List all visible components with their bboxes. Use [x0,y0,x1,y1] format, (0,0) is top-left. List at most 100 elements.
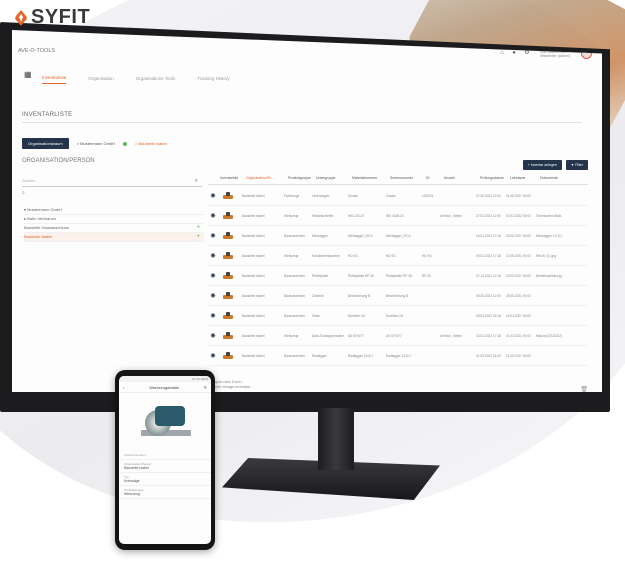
brand-name: SYFIT [31,6,91,28]
cell-serial: Minibagger_2014 [386,233,411,238]
th-docs[interactable]: Dokumente [540,176,566,184]
tree-item-label: ▸ Bahn Verbrauch [24,216,56,221]
home-icon[interactable]: ⌂ [500,50,505,56]
back-arrow-icon[interactable]: ‹ [123,385,124,390]
phone-title: Werkzeugdetails [149,384,179,390]
tree-item-company[interactable]: ▾ Mustermann GmbH [24,206,204,215]
smartphone: 10:40 100% ‹ Werkzeugdetails ✎ Inventarn… [115,370,215,550]
tree-item-label: Baustelle Hausanschluss [24,225,69,230]
view-eye-icon[interactable]: ◉ [208,212,218,219]
cell-loan: 02.02.2022 00:00 [506,213,531,218]
monitor-screen: AVE-O-TOOLS ⌂ ● ⚙ Max Mustermann Mitarbe… [12,30,602,392]
monitor-stand-neck [318,408,354,470]
cell-docs: Technisches Blatt.pdf [536,213,562,218]
breadcrumb-company[interactable]: > Mustermann GmbH [77,141,115,146]
cell-sub: Winkelschleifer [312,213,334,218]
th-qty[interactable]: Anzahl [444,176,480,184]
cell-org: Baustelle Isabel [242,313,265,318]
phone-field: Typ Kreissäge [119,473,211,486]
cell-serial: AS 670077 [386,333,402,338]
table-row[interactable]: ◉ Baustelle Isabel Baumaschinen Stativ Nivel… [208,306,588,326]
table-row[interactable]: ◉ Baustelle Isabel Werkzeug Handbohrmaschin… [208,246,588,266]
cell-sub: Handbohrmaschine [312,253,340,258]
tree-item-label: ▾ Mustermann GmbH [24,207,63,212]
org-breadcrumb: Organisationsbaum > Mustermann GmbH > Ba… [22,138,167,149]
table-row[interactable]: ◉ Baustelle Isabel Werkzeug Akku-Schlagschr… [208,326,588,346]
inventory-thumbnail [222,351,236,361]
th-sub[interactable]: Untergruppe [316,176,352,184]
th-group[interactable]: Produktgruppe [288,176,316,184]
cell-loan: 30.06.2021 00:00 [506,233,531,238]
add-icon[interactable]: + [196,233,200,241]
bell-icon[interactable]: ● [512,50,517,56]
org-filter-row[interactable]: ⌕ [22,190,202,198]
th-material[interactable]: Materialnummer [352,176,390,184]
view-eye-icon[interactable]: ◉ [208,192,218,199]
cell-mat: WS 125-23 [348,213,364,218]
cell-date: 16.01.2022 17:18 [476,233,501,238]
th-loan[interactable]: Leihdauer [510,176,540,184]
filter-button[interactable]: ▼ Filter [565,160,588,170]
cell-org: Baustelle Isabel [242,233,265,238]
tree-item-isabel[interactable]: Baustelle Isabel + [24,233,204,242]
inventory-thumbnail [222,271,236,281]
cell-mat: Minibagger_2014 [348,233,373,238]
cell-date: 07.06.2022 12:00 [476,193,501,198]
cell-mat: AS 670077 [348,333,364,338]
filter-search-icon: ⌕ [22,190,25,196]
view-eye-icon[interactable]: ◉ [208,252,218,259]
table-row[interactable]: ◉ Baustelle Isabel Baumaschinen Zubehör Besc… [208,286,588,306]
cell-mat: Nivelliert 2d [348,313,365,318]
view-eye-icon[interactable]: ◉ [208,312,218,319]
tab-organisation[interactable]: Organisation [88,76,114,84]
org-tree-button[interactable]: Organisationsbaum [22,138,69,149]
view-eye-icon[interactable]: ◉ [208,272,218,279]
table-row[interactable]: ◉ Baustelle Isabel Baumaschinen Minibagger M… [208,226,588,246]
cell-docs: Manual (2021002).pdf [536,333,562,338]
cell-mat: Ducato [348,193,359,198]
grid-icon[interactable]: ▦ [24,70,32,79]
cell-docs: Minibagger 1.6 (1).jpg [536,233,562,238]
th-eye [208,176,220,184]
view-eye-icon[interactable]: ◉ [208,232,218,239]
edit-icon[interactable]: ✎ [204,385,207,390]
table-row[interactable]: ◉ Baustelle Isabel Baumaschinen Radlagger Ra… [208,346,588,366]
breadcrumb-site[interactable]: > Baustelle Isabel [135,141,167,146]
cell-date: 07.12.2021 12:18 [476,273,501,278]
cell-group: Baumaschinen [284,353,306,358]
tab-organisations-tools[interactable]: Organisations Tools [136,76,175,84]
tab-inventarliste[interactable]: Inventarliste [42,75,67,84]
th-serial[interactable]: Seriennummer [390,176,426,184]
tab-tracking-history[interactable]: Tracking History [197,76,229,84]
phone-field-value: Werkzeug [124,492,140,496]
section-divider [22,122,582,123]
trash-icon[interactable]: 🗑 [580,386,588,392]
cell-group: Fahrzeuge [284,193,300,198]
th-date[interactable]: Prüfungsdatum [480,176,510,184]
settings-icon[interactable]: ⚙ [524,50,529,56]
view-eye-icon[interactable]: ◉ [208,292,218,299]
add-icon[interactable]: + [196,224,200,232]
add-inventory-button[interactable]: + Inventar anlegen [522,160,562,170]
cell-id: HD 9/1 [422,253,432,258]
cell-serial: HD 9/1 [386,253,396,258]
view-eye-icon[interactable]: ◉ [208,352,218,359]
table-row[interactable]: ◉ Baustelle Isabel Werkzeug Winkelschleifer… [208,206,588,226]
email-template-link[interactable]: Email Vorlage Inventare ↓ [212,385,253,390]
org-search-input[interactable]: Suchen ⌕ [22,178,202,187]
cell-org: Baustelle Isabel [242,213,265,218]
inventory-thumbnail [222,251,236,261]
table-row[interactable]: ◉ Baustelle Isabel Fahrzeuge Lieferwagen Duc… [208,186,588,206]
cell-date: 09.01.2022 17:18 [476,253,501,258]
circular-saw-image [137,402,193,442]
view-eye-icon[interactable]: ◉ [208,332,218,339]
search-icon[interactable]: ⌕ [195,178,198,185]
th-image[interactable]: Inventarbild [220,176,246,184]
cell-org: Baustelle Isabel [242,293,265,298]
th-org[interactable]: Organisation/Pe... [246,176,288,184]
phone-header: ‹ Werkzeugdetails ✎ [119,382,211,393]
tree-item-bahn[interactable]: ▸ Bahn Verbrauch [24,215,204,224]
table-row[interactable]: ◉ Baustelle Isabel Baumaschinen Rüttelplatt… [208,266,588,286]
th-id[interactable]: ID [426,176,444,184]
tree-item-hausanschluss[interactable]: Baustelle Hausanschluss + [24,224,204,233]
